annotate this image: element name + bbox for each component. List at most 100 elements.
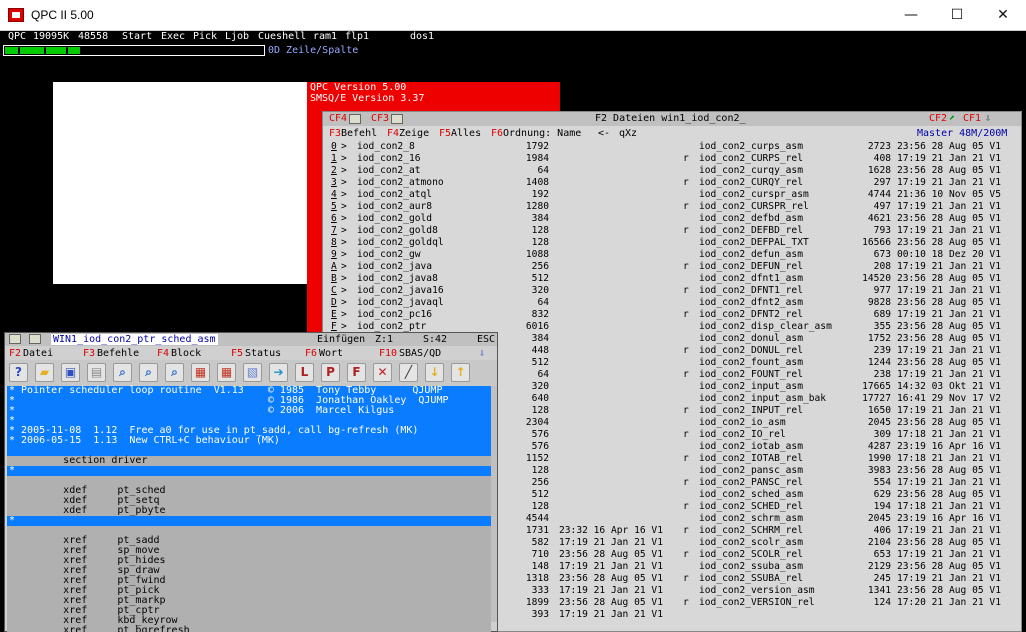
menu-befehle[interactable]: Befehle xyxy=(97,348,139,359)
file-size: 2104 xyxy=(867,537,891,548)
maximize-button[interactable]: ☐ xyxy=(934,0,980,31)
file-date: 17:19 21 Jan 21 V1 xyxy=(897,285,1001,296)
f6-key: F6 xyxy=(305,348,318,359)
file-row[interactable]: 2 > iod_con2_at 64 iod_con2_curqy_asm 1628 23:… xyxy=(323,165,1021,177)
arrow-up-icon[interactable]: ↑ xyxy=(451,363,470,382)
file-size: 256 xyxy=(531,477,549,488)
dos1-button[interactable]: dos1 xyxy=(410,31,434,43)
cf2-key[interactable]: CF2 xyxy=(929,113,947,124)
paste-icon[interactable]: ▧ xyxy=(243,363,262,382)
cf1-key[interactable]: CF1 xyxy=(963,113,981,124)
sort-qxz[interactable]: qXz xyxy=(619,128,637,139)
window-move-icon[interactable] xyxy=(349,114,361,124)
file-row[interactable]: D > iod_con2_javaql 64 iod_con2_dfnt2_asm 982… xyxy=(323,297,1021,309)
cf4-key[interactable]: CF4 xyxy=(329,113,347,124)
file-arrow: > xyxy=(341,141,347,152)
code-line: * © 2006 Marcel Kilgus xyxy=(7,406,491,416)
file-row[interactable]: 6 > iod_con2_gold 384 iod_con2_defbd_asm 4621… xyxy=(323,213,1021,225)
file-size: 64 xyxy=(537,369,549,380)
cf3-key[interactable]: CF3 xyxy=(371,113,389,124)
file-row[interactable]: 9 > iod_con2_gw 1088 iod_con2_defun_asm 673 00… xyxy=(323,249,1021,261)
arrow-down-icon[interactable]: ↓ xyxy=(425,363,444,382)
menu-block[interactable]: Block xyxy=(171,348,201,359)
cancel-icon[interactable]: ✕ xyxy=(373,363,392,382)
print-icon[interactable]: ▤ xyxy=(87,363,106,382)
editor-text-area[interactable]: * Pointer scheduler loop routine V1.13 ©… xyxy=(7,386,491,632)
app-icon xyxy=(8,8,24,22)
func-icon[interactable]: F xyxy=(347,363,366,382)
file-date: 17:19 21 Jan 21 V1 xyxy=(897,261,1001,272)
search-next-icon[interactable]: ⌕ xyxy=(139,363,158,382)
ram1-button[interactable]: ram1 xyxy=(313,31,337,43)
file-size: 640 xyxy=(531,393,549,404)
file-size: 192 xyxy=(531,189,549,200)
flp1-button[interactable]: flp1 xyxy=(345,31,369,43)
file-row[interactable]: C > iod_con2_java16 320 r iod_con2_DFNT1_rel 9… xyxy=(323,285,1021,297)
file-row[interactable]: 3 > iod_con2_atmono 1408 r iod_con2_CURQY_rel… xyxy=(323,177,1021,189)
memory-free: 48558 xyxy=(78,31,109,42)
file-size: 448 xyxy=(531,345,549,356)
file-name: iod_con2_SCOLR_rel xyxy=(699,549,803,560)
f4-key: F4 xyxy=(157,348,170,359)
proc-icon[interactable]: P xyxy=(321,363,340,382)
file-row[interactable]: 4 > iod_con2_atql 192 iod_con2_curspr_asm 474… xyxy=(323,189,1021,201)
label-icon[interactable]: L xyxy=(295,363,314,382)
menu-status[interactable]: Status xyxy=(245,348,281,359)
minimize-button[interactable]: — xyxy=(888,0,934,31)
file-arrow: > xyxy=(341,297,347,308)
sleep-icon[interactable]: ⇩ xyxy=(985,113,991,124)
file-name: iod_con2_sched_asm xyxy=(699,489,803,500)
menu-ordnung[interactable]: Ordnung: Name xyxy=(503,128,581,139)
file-row[interactable]: 8 > iod_con2_goldql 128 iod_con2_DEFPAL_TXT 1… xyxy=(323,237,1021,249)
file-name: iod_con2_donul_asm xyxy=(699,333,803,344)
file-row[interactable]: 0 > iod_con2_8 1792 iod_con2_curps_asm 2723 23… xyxy=(323,141,1021,153)
editor-scrollbar[interactable] xyxy=(491,386,497,622)
wake-icon[interactable]: ⬈ xyxy=(949,113,955,124)
window-size-icon[interactable] xyxy=(391,114,403,124)
menu-datei[interactable]: Datei xyxy=(23,348,53,359)
help-icon[interactable]: ? xyxy=(9,363,28,382)
block-move-icon[interactable]: ▦ xyxy=(217,363,236,382)
window-move-icon[interactable] xyxy=(9,334,21,344)
file-size: 1984 xyxy=(525,153,549,164)
file-size: 1731 xyxy=(525,525,549,536)
export-icon[interactable]: ➔ xyxy=(269,363,288,382)
menu-sbas[interactable]: SBAS/QD xyxy=(399,348,441,359)
scroll-down-icon[interactable]: ⇩ xyxy=(479,348,485,359)
file-date: 23:56 28 Aug 05 V1 xyxy=(897,489,1001,500)
file-size: 1088 xyxy=(525,249,549,260)
file-size: 309 xyxy=(873,429,891,440)
file-size: 2045 xyxy=(867,417,891,428)
ljob-button[interactable]: Ljob xyxy=(225,31,249,43)
file-row[interactable]: 1 > iod_con2_16 1984 r iod_con2_CURPS_rel 408 1… xyxy=(323,153,1021,165)
file-date: 17:19 21 Jan 21 V1 xyxy=(559,561,663,572)
sort-direction[interactable]: <- xyxy=(598,128,610,139)
file-arrow: > xyxy=(341,177,347,188)
file-date: 23:56 28 Aug 05 V1 xyxy=(897,417,1001,428)
file-row[interactable]: E > iod_con2_pc16 832 r iod_con2_DFNT2_rel 689… xyxy=(323,309,1021,321)
file-row[interactable]: 5 > iod_con2_aur8 1280 r iod_con2_CURSPR_rel 4… xyxy=(323,201,1021,213)
file-size: 710 xyxy=(531,549,549,560)
pick-button[interactable]: Pick xyxy=(193,31,217,43)
cueshell-button[interactable]: Cueshell xyxy=(258,31,306,43)
save-icon[interactable]: ▣ xyxy=(61,363,80,382)
code-line: xref pt_bgrefresh xyxy=(7,626,491,632)
menu-zeige[interactable]: Zeige xyxy=(399,128,429,139)
menu-wort[interactable]: Wort xyxy=(319,348,343,359)
editor-mode[interactable]: Einfügen xyxy=(317,334,365,345)
file-row[interactable]: 7 > iod_con2_gold8 128 r iod_con2_DEFBD_rel 79… xyxy=(323,225,1021,237)
escape-button[interactable]: ESC xyxy=(477,334,495,345)
start-button[interactable]: Start xyxy=(122,31,152,43)
file-row[interactable]: B > iod_con2_java8 512 iod_con2_dfnt1_asm 145… xyxy=(323,273,1021,285)
block-copy-icon[interactable]: ▦ xyxy=(191,363,210,382)
exec-button[interactable]: Exec xyxy=(161,31,185,43)
open-folder-icon[interactable]: ▰ xyxy=(35,363,54,382)
file-row[interactable]: A > iod_con2_java 256 r iod_con2_DEFUN_rel 208… xyxy=(323,261,1021,273)
menu-befehl[interactable]: Befehl xyxy=(341,128,377,139)
replace-icon[interactable]: ⌕ xyxy=(165,363,184,382)
menu-alles[interactable]: Alles xyxy=(451,128,481,139)
window-size-icon[interactable] xyxy=(29,334,41,344)
search-icon[interactable]: ⌕ xyxy=(113,363,132,382)
pen-icon[interactable]: ╱ xyxy=(399,363,418,382)
close-button[interactable]: ✕ xyxy=(980,0,1026,31)
